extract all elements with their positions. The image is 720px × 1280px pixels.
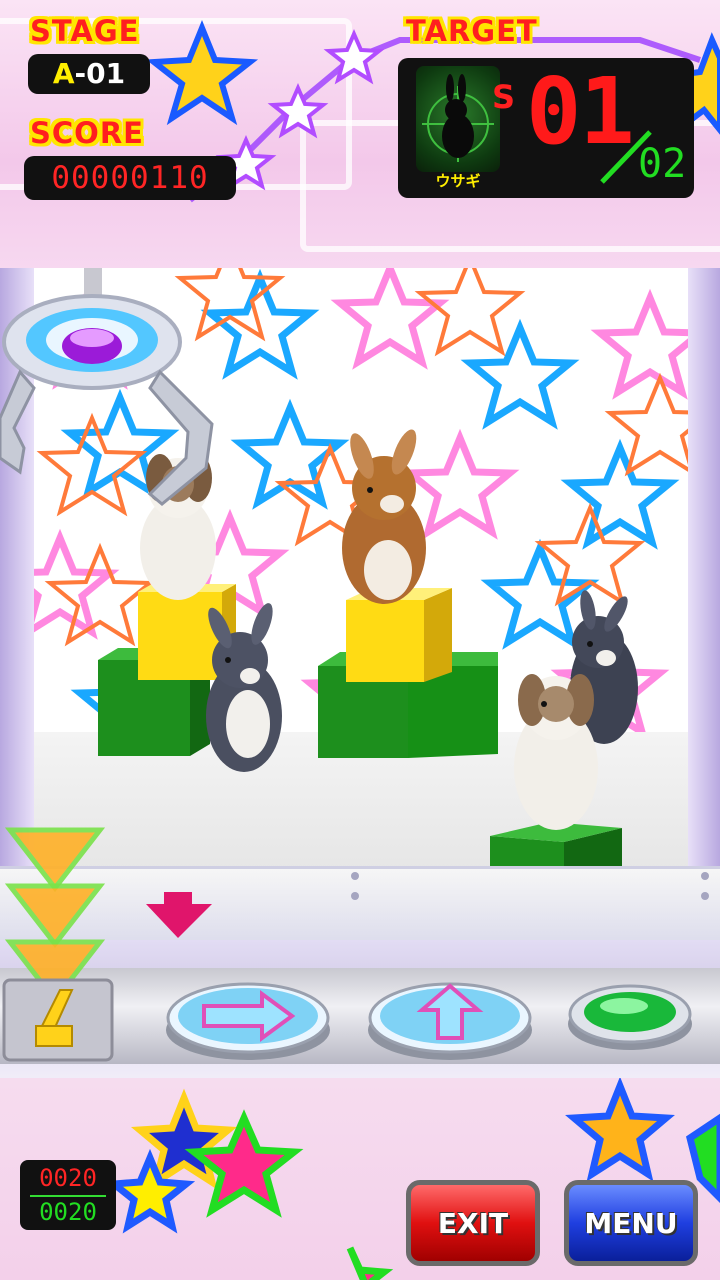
- move-up-button[interactable]: [366, 974, 536, 1064]
- stage-letter: A: [52, 57, 75, 90]
- star-icon: [215, 29, 385, 191]
- drop-arrow-icon: [146, 904, 212, 938]
- block-stack-center: [318, 588, 498, 758]
- move-right-button[interactable]: [164, 974, 334, 1064]
- rabbit-prize-white-2: [514, 674, 598, 830]
- credit-divider: [30, 1195, 106, 1197]
- target-name: ウサギ: [435, 172, 481, 190]
- score-display: 00000110: [24, 156, 236, 200]
- credit-total: 0020: [39, 1198, 97, 1226]
- target-rabbit-icon: [416, 66, 500, 172]
- crosshair-icon: [422, 74, 494, 162]
- action-button[interactable]: [566, 976, 696, 1056]
- stage-label: STAGE: [30, 14, 140, 48]
- stage-number: -01: [74, 57, 126, 90]
- credit-current: 0020: [39, 1164, 97, 1192]
- target-total-count: 02: [638, 141, 687, 187]
- hud-panel: STAGE A-01 SCORE 00000110 TARGET ウサギ S 0…: [0, 0, 720, 270]
- target-rank: S: [492, 78, 516, 116]
- rabbit-prize-brown: [342, 429, 426, 604]
- stage-indicator: A-01: [28, 54, 150, 94]
- rabbit-prize-gray-1: [206, 603, 282, 772]
- crane-claw: [0, 268, 214, 506]
- score-label: SCORE: [30, 116, 144, 150]
- star-icon: [145, 20, 259, 126]
- credit-counter: 0020 0020: [20, 1160, 116, 1230]
- target-panel: ウサギ S 01 02: [398, 58, 694, 198]
- target-label: TARGET: [406, 14, 538, 48]
- progress-chevrons: [2, 827, 114, 1062]
- exit-button[interactable]: EXIT: [406, 1180, 540, 1266]
- menu-button[interactable]: MENU: [564, 1180, 698, 1266]
- star-icon: [565, 1078, 675, 1182]
